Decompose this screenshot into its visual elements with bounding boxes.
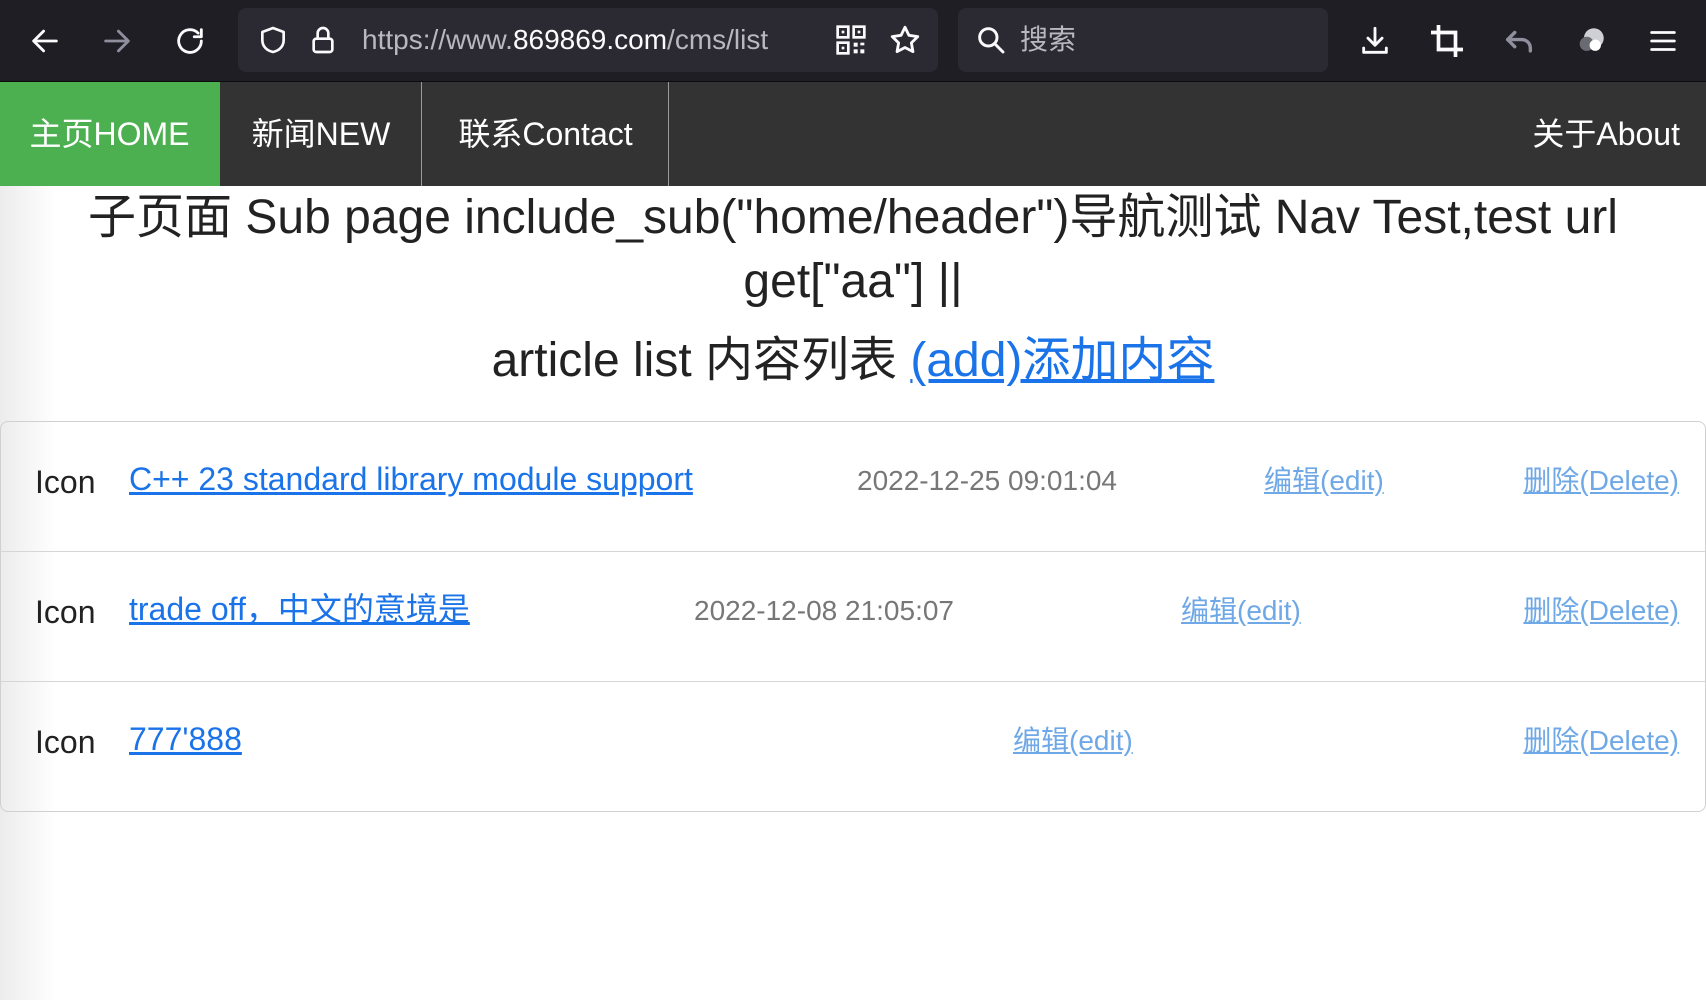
page-title: 子页面 Sub page include_sub("home/header")导… [88, 191, 1618, 308]
crop-icon [1430, 24, 1464, 58]
list-heading-text: article list 内容列表 [491, 334, 911, 387]
search-icon [972, 21, 1010, 59]
site-nav: 主页HOME 新闻NEW 联系Contact 关于About [0, 82, 1706, 186]
reload-button[interactable] [163, 14, 217, 68]
list-heading: article list 内容列表 (add)添加内容 [0, 328, 1706, 394]
edit-link[interactable]: 编辑(edit) [1264, 422, 1384, 552]
list-item: Icon 777'888 编辑(edit) 删除(Delete) [1, 682, 1705, 812]
extension-icon [1579, 28, 1604, 51]
row-icon-label: Icon [35, 724, 96, 760]
add-content-link[interactable]: (add)添加内容 [910, 334, 1214, 387]
nav-contact[interactable]: 联系Contact [423, 82, 669, 186]
arrow-right-icon [104, 29, 130, 53]
article-title-link[interactable]: trade off，中文的意境是 [129, 552, 470, 682]
forward-button[interactable] [90, 14, 144, 68]
row-icon-label: Icon [35, 464, 96, 500]
edit-link[interactable]: 编辑(edit) [1013, 682, 1133, 812]
article-title-link[interactable]: C++ 23 standard library module support [129, 422, 693, 552]
search-placeholder[interactable]: 搜索 [1020, 8, 1076, 72]
article-list: Icon C++ 23 standard library module supp… [0, 421, 1706, 812]
star-icon[interactable] [886, 21, 924, 59]
nav-home[interactable]: 主页HOME [0, 82, 220, 186]
undo-button[interactable] [1492, 14, 1546, 68]
list-item: Icon trade off，中文的意境是 2022-12-08 21:05:0… [1, 552, 1705, 682]
browser-toolbar: https://www.869869.com/cms/list 搜索 [0, 0, 1706, 82]
row-icon-label: Icon [35, 594, 96, 630]
nav-news[interactable]: 新闻NEW [221, 82, 422, 186]
delete-link[interactable]: 删除(Delete) [1523, 422, 1679, 552]
article-date: 2022-12-08 21:05:07 [694, 595, 954, 626]
url-text[interactable]: https://www.869869.com/cms/list [362, 8, 768, 72]
downloads-button[interactable] [1348, 14, 1402, 68]
hamburger-icon [1650, 31, 1676, 51]
menu-button[interactable] [1636, 14, 1690, 68]
search-bar[interactable]: 搜索 [958, 8, 1328, 72]
screenshot-button[interactable] [1420, 14, 1474, 68]
shield-icon[interactable] [254, 21, 292, 59]
arrow-left-icon [32, 29, 58, 53]
download-icon [1362, 26, 1388, 54]
delete-link[interactable]: 删除(Delete) [1523, 552, 1679, 682]
delete-link[interactable]: 删除(Delete) [1523, 682, 1679, 812]
article-title-link[interactable]: 777'888 [129, 682, 242, 812]
article-date: 2022-12-25 09:01:04 [857, 465, 1117, 496]
lock-icon[interactable] [304, 21, 342, 59]
extension-button[interactable] [1564, 14, 1618, 68]
nav-about[interactable]: 关于About [1532, 82, 1680, 186]
list-item: Icon C++ 23 standard library module supp… [1, 422, 1705, 552]
undo-icon [1505, 30, 1533, 53]
reload-icon [177, 28, 203, 54]
qr-code-icon[interactable] [832, 21, 870, 59]
url-bar[interactable]: https://www.869869.com/cms/list [238, 8, 938, 72]
edit-link[interactable]: 编辑(edit) [1181, 552, 1301, 682]
back-button[interactable] [18, 14, 72, 68]
